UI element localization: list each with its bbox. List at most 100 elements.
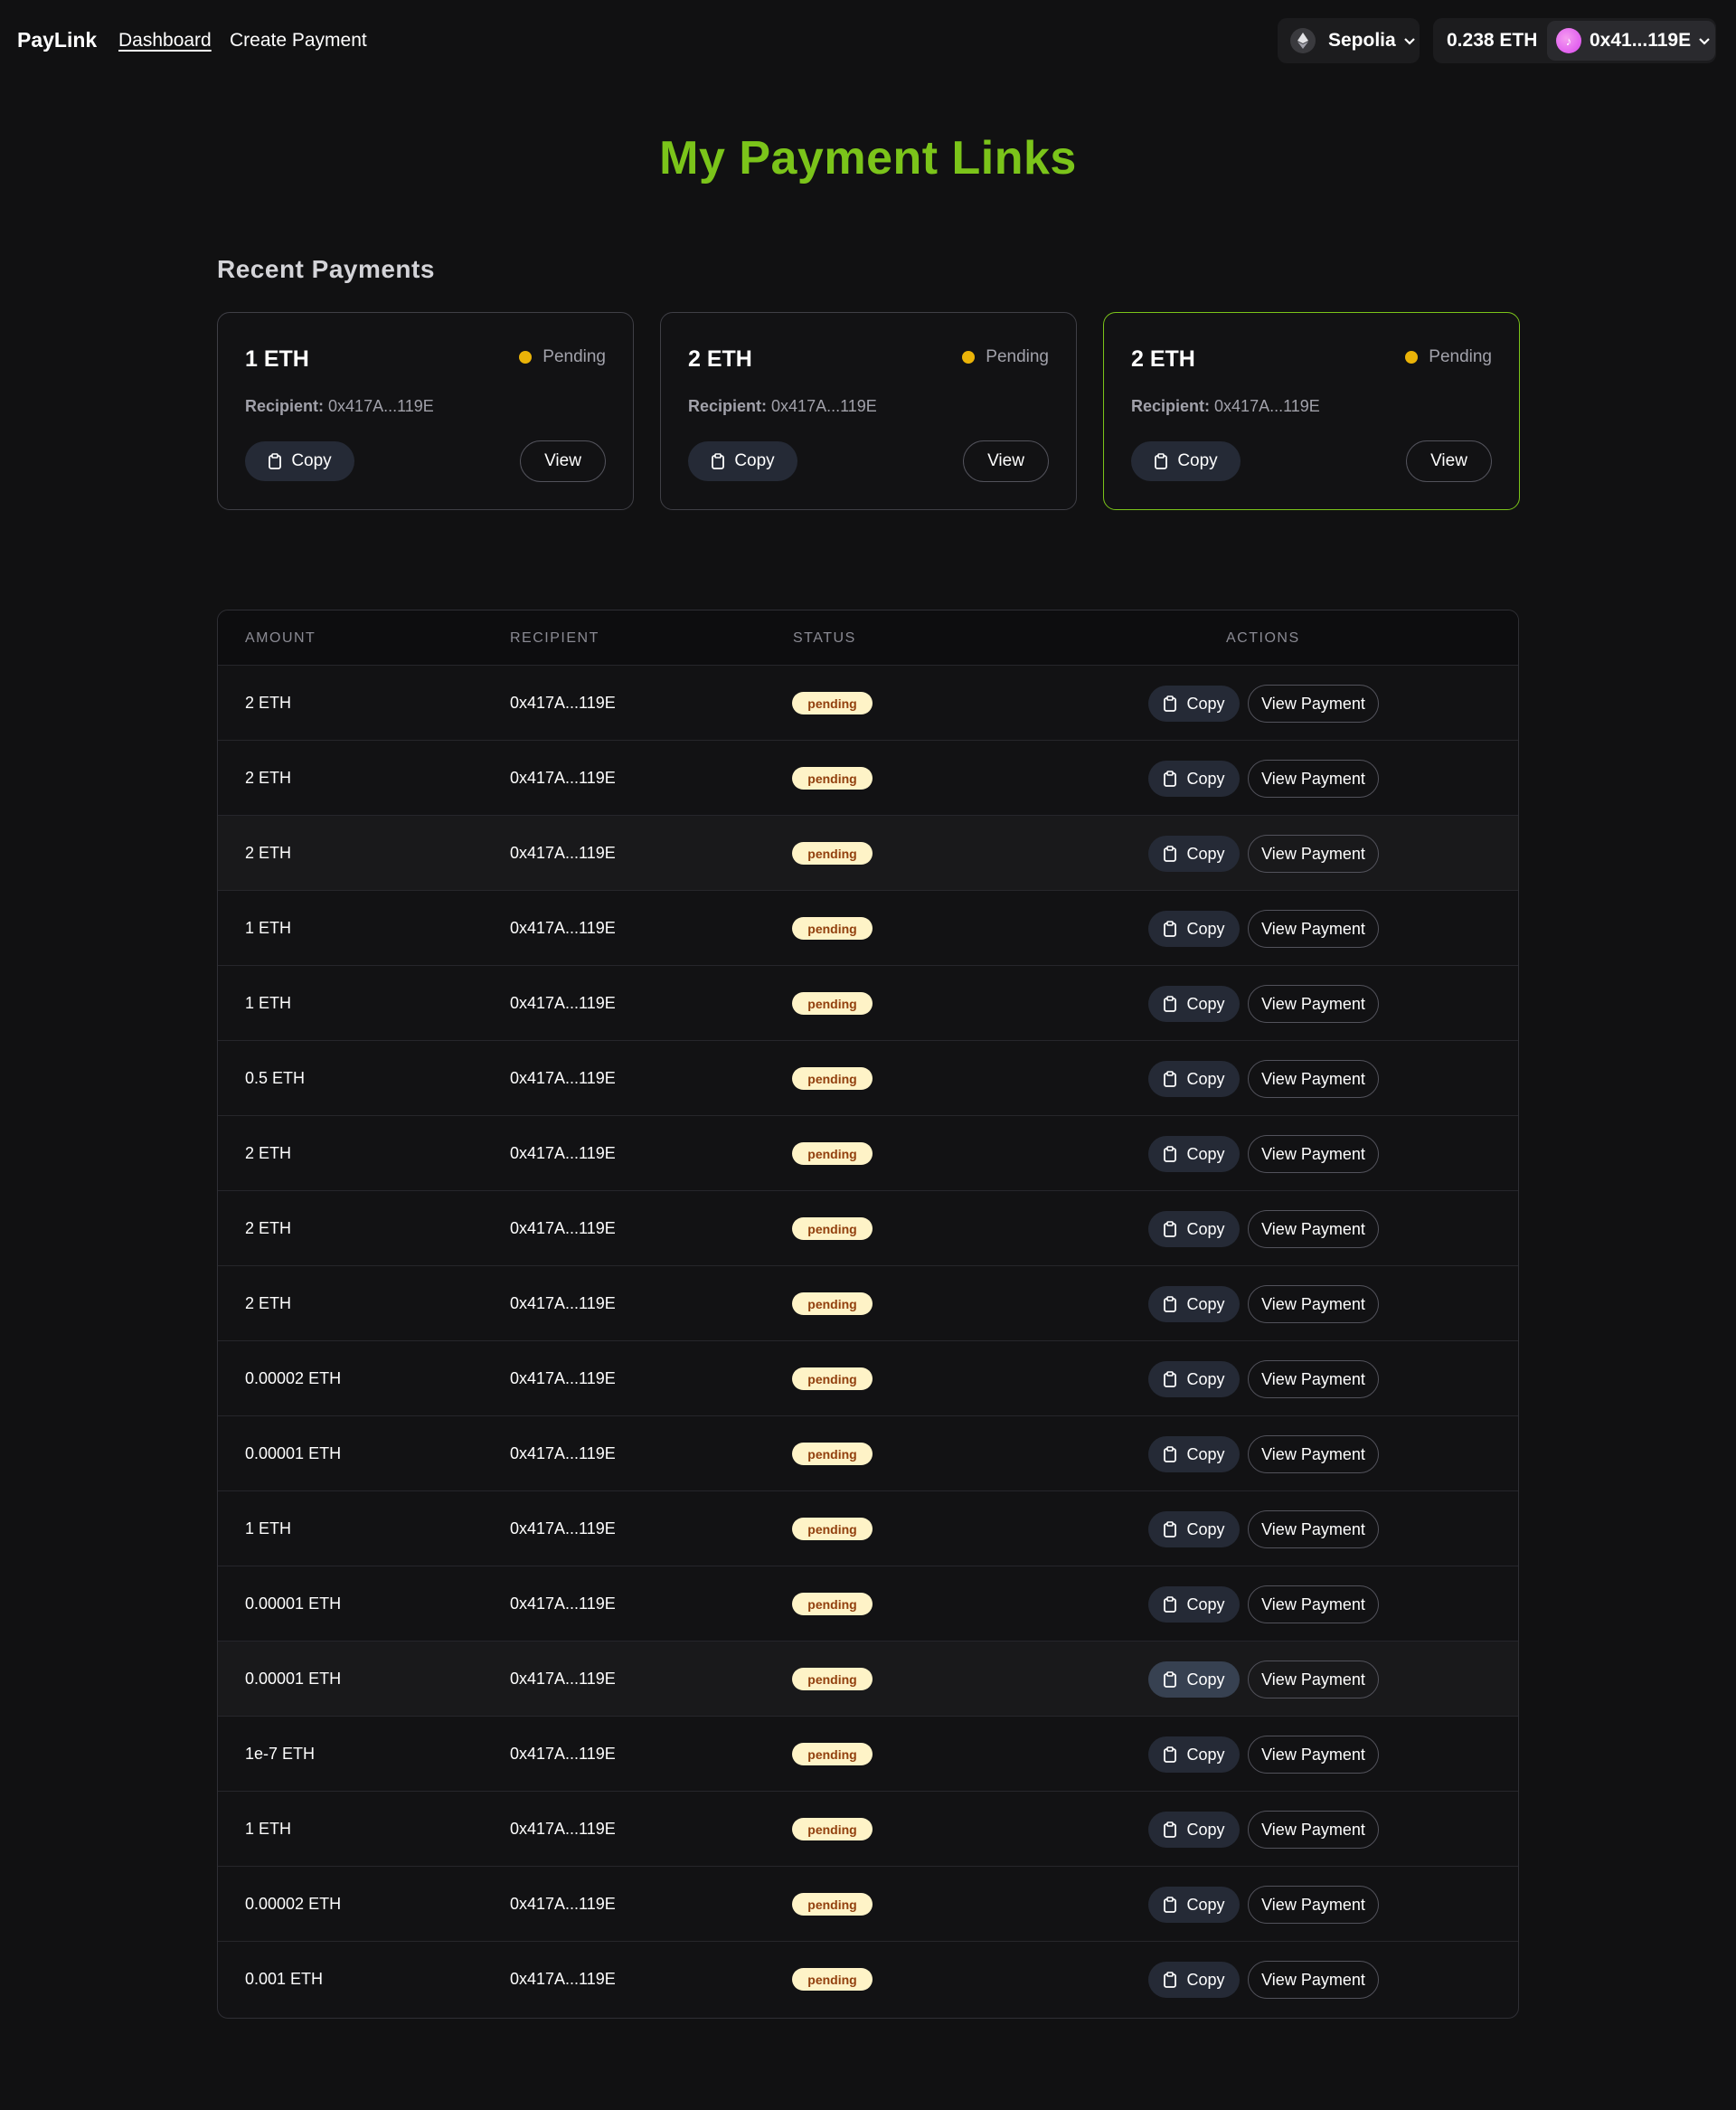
view-payment-button[interactable]: View Payment [1248, 835, 1379, 873]
status-badge: pending [792, 767, 873, 790]
copy-button[interactable]: Copy [1148, 1736, 1240, 1773]
status-badge: Pending [1405, 347, 1492, 367]
view-payment-label: View Payment [1261, 994, 1365, 1013]
view-payment-label: View Payment [1261, 1970, 1365, 1989]
view-payment-label: View Payment [1261, 1519, 1365, 1538]
table-row: 2 ETH 0x417A...119E pending Copy View Pa… [218, 1265, 1518, 1340]
row-recipient: 0x417A...119E [510, 919, 616, 937]
copy-label: Copy [1186, 1895, 1225, 1914]
copy-label: Copy [1186, 1294, 1225, 1313]
copy-button[interactable]: Copy [1148, 686, 1240, 722]
view-label: View [1430, 451, 1467, 470]
view-payment-label: View Payment [1261, 769, 1365, 788]
view-payment-button[interactable]: View Payment [1248, 1661, 1379, 1698]
card-status-label: Pending [542, 347, 606, 366]
copy-button[interactable]: Copy [1148, 1511, 1240, 1547]
copy-button[interactable]: Copy [1148, 986, 1240, 1022]
view-button[interactable]: View [963, 440, 1049, 482]
table-row: 1 ETH 0x417A...119E pending Copy View Pa… [218, 1791, 1518, 1866]
row-recipient: 0x417A...119E [510, 1219, 616, 1237]
view-payment-button[interactable]: View Payment [1248, 985, 1379, 1023]
view-payment-button[interactable]: View Payment [1248, 685, 1379, 723]
status-badge: pending [792, 992, 873, 1015]
copy-button[interactable]: Copy [1148, 1436, 1240, 1472]
row-amount: 1 ETH [245, 994, 292, 1012]
row-recipient: 0x417A...119E [510, 1069, 616, 1087]
copy-button[interactable]: Copy [1148, 1286, 1240, 1322]
copy-button[interactable]: Copy [1148, 1661, 1240, 1698]
network-selector[interactable]: Sepolia [1278, 18, 1420, 63]
status-badge: pending [792, 1743, 873, 1765]
table-row: 0.001 ETH 0x417A...119E pending Copy Vie… [218, 1941, 1518, 2016]
status-badge: pending [792, 1968, 873, 1991]
clipboard-icon [1164, 695, 1177, 712]
view-payment-button[interactable]: View Payment [1248, 1585, 1379, 1623]
recipient-address: 0x417A...119E [1214, 397, 1320, 415]
copy-button[interactable]: Copy [1148, 761, 1240, 797]
table-row: 1 ETH 0x417A...119E pending Copy View Pa… [218, 965, 1518, 1040]
view-payment-button[interactable]: View Payment [1248, 1435, 1379, 1473]
row-amount: 0.00002 ETH [245, 1895, 342, 1913]
clipboard-icon [269, 453, 282, 469]
copy-button[interactable]: Copy [1148, 1586, 1240, 1623]
copy-button[interactable]: Copy [1131, 441, 1241, 481]
view-payment-button[interactable]: View Payment [1248, 1210, 1379, 1248]
copy-button[interactable]: Copy [1148, 1211, 1240, 1247]
table-row: 2 ETH 0x417A...119E pending Copy View Pa… [218, 1115, 1518, 1190]
recipient-address: 0x417A...119E [771, 397, 877, 415]
copy-button[interactable]: Copy [1148, 911, 1240, 947]
row-amount: 2 ETH [245, 1294, 292, 1312]
view-button[interactable]: View [520, 440, 606, 482]
row-amount: 1e-7 ETH [245, 1745, 316, 1763]
account-button[interactable]: ♪ 0x41...119E [1547, 21, 1715, 61]
copy-button[interactable]: Copy [1148, 1812, 1240, 1848]
copy-button[interactable]: Copy [1148, 836, 1240, 872]
view-payment-button[interactable]: View Payment [1248, 1736, 1379, 1774]
clipboard-icon [1164, 1146, 1177, 1162]
copy-button[interactable]: Copy [1148, 1962, 1240, 1998]
copy-button[interactable]: Copy [688, 441, 797, 481]
view-payment-button[interactable]: View Payment [1248, 910, 1379, 948]
clipboard-icon [1164, 1296, 1177, 1312]
clipboard-icon [1164, 1596, 1177, 1613]
copy-button[interactable]: Copy [1148, 1361, 1240, 1397]
view-payment-label: View Payment [1261, 1820, 1365, 1839]
status-dot-icon [519, 351, 533, 364]
card-amount: 2 ETH [1131, 346, 1195, 372]
view-payment-label: View Payment [1261, 1219, 1365, 1238]
view-payment-button[interactable]: View Payment [1248, 1060, 1379, 1098]
view-payment-label: View Payment [1261, 1594, 1365, 1613]
copy-button[interactable]: Copy [245, 441, 354, 481]
row-recipient: 0x417A...119E [510, 994, 616, 1012]
table-row: 0.00001 ETH 0x417A...119E pending Copy V… [218, 1415, 1518, 1490]
view-payment-button[interactable]: View Payment [1248, 1135, 1379, 1173]
copy-label: Copy [1186, 994, 1225, 1013]
view-button[interactable]: View [1406, 440, 1492, 482]
view-payment-button[interactable]: View Payment [1248, 1961, 1379, 1999]
row-amount: 2 ETH [245, 1219, 292, 1237]
clipboard-icon [1164, 1221, 1177, 1237]
table-row: 0.00001 ETH 0x417A...119E pending Copy V… [218, 1641, 1518, 1716]
copy-button[interactable]: Copy [1148, 1136, 1240, 1172]
brand-logo[interactable]: PayLink [17, 28, 97, 52]
table-row: 2 ETH 0x417A...119E pending Copy View Pa… [218, 665, 1518, 740]
nav-link-create-payment[interactable]: Create Payment [230, 30, 367, 52]
row-amount: 0.001 ETH [245, 1970, 324, 1988]
view-payment-button[interactable]: View Payment [1248, 1811, 1379, 1849]
nav-link-dashboard[interactable]: Dashboard [118, 30, 212, 52]
view-payment-button[interactable]: View Payment [1248, 1510, 1379, 1548]
view-payment-button[interactable]: View Payment [1248, 1360, 1379, 1398]
copy-button[interactable]: Copy [1148, 1061, 1240, 1097]
view-payment-button[interactable]: View Payment [1248, 1886, 1379, 1924]
row-recipient: 0x417A...119E [510, 1970, 616, 1988]
row-amount: 1 ETH [245, 919, 292, 937]
copy-button[interactable]: Copy [1148, 1887, 1240, 1923]
clipboard-icon [1164, 771, 1177, 787]
view-payment-button[interactable]: View Payment [1248, 760, 1379, 798]
card-recipient: Recipient: 0x417A...119E [245, 397, 434, 416]
view-payment-button[interactable]: View Payment [1248, 1285, 1379, 1323]
payments-table: AMOUNT RECIPIENT STATUS ACTIONS 2 ETH 0x… [217, 610, 1519, 2019]
clipboard-icon [1164, 1446, 1177, 1462]
copy-label: Copy [1177, 451, 1218, 470]
payment-card: 2 ETH Pending Recipient: 0x417A...119E C… [660, 312, 1077, 510]
